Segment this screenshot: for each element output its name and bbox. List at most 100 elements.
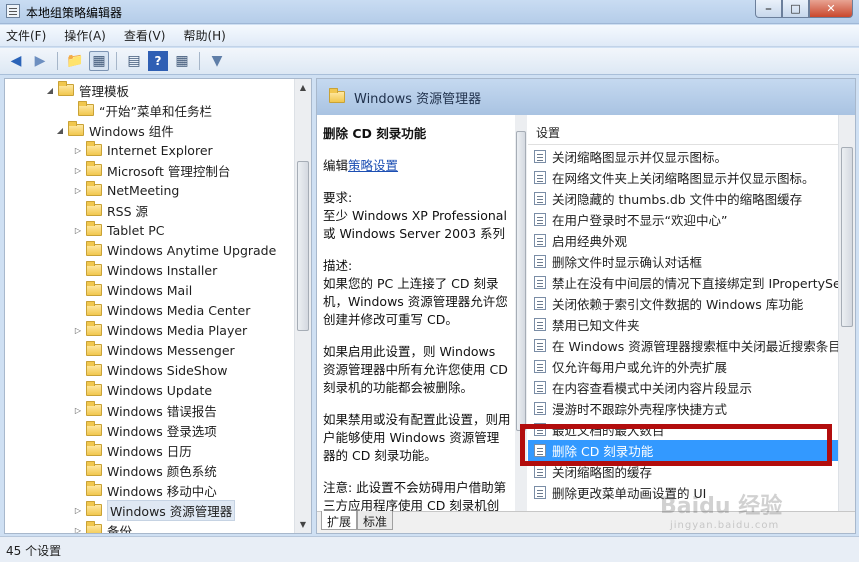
folder-icon: [86, 381, 102, 396]
expand-icon[interactable]: ▷: [73, 186, 83, 195]
folder-icon: [86, 281, 102, 296]
tree-item-messenger[interactable]: Windows Messenger: [73, 340, 235, 360]
folder-icon: [86, 361, 102, 376]
settings-list-item[interactable]: 关闭隐藏的 thumbs.db 文件中的缩略图缓存: [528, 188, 838, 209]
settings-list-item[interactable]: 漫游时不跟踪外壳程序快捷方式: [528, 398, 838, 419]
settings-list-item[interactable]: 删除文件时显示确认对话框: [528, 251, 838, 272]
edit-policy-link[interactable]: 策略设置: [348, 158, 398, 173]
settings-list-item-label: 在内容查看模式中关闭内容片段显示: [552, 381, 753, 396]
folder-icon: [86, 181, 102, 196]
scroll-down-icon[interactable]: ▼: [295, 516, 311, 533]
scroll-thumb[interactable]: [516, 131, 526, 431]
forward-arrow-icon[interactable]: ▶: [30, 51, 50, 71]
list-scrollbar[interactable]: [838, 115, 855, 511]
policy-setting-icon: [534, 276, 546, 289]
expand-icon[interactable]: ▷: [73, 226, 83, 235]
settings-list-item[interactable]: 在网络文件夹上关闭缩略图显示并仅显示图标。: [528, 167, 838, 188]
folder-icon: [86, 221, 102, 236]
collapse-icon[interactable]: ◢: [55, 126, 65, 135]
tree-item-sideshow[interactable]: Windows SideShow: [73, 360, 228, 380]
tree-item-internet-explorer[interactable]: ▷ Internet Explorer: [73, 140, 213, 160]
show-hide-tree-icon[interactable]: ▦: [89, 51, 109, 71]
status-text: 45 个设置: [6, 544, 62, 558]
tree-item-media-player[interactable]: ▷ Windows Media Player: [73, 320, 247, 340]
expand-icon[interactable]: ▷: [73, 406, 83, 415]
settings-list-item[interactable]: 禁止在没有中间层的情况下直接绑定到 IPropertySet: [528, 272, 846, 293]
settings-list-item[interactable]: 仅允许每用户或允许的外壳扩展: [528, 356, 838, 377]
description-panel: 删除 CD 刻录功能 编辑策略设置 要求: 至少 Windows XP Profe…: [317, 115, 517, 511]
settings-list-item[interactable]: 关闭缩略图显示并仅显示图标。: [528, 146, 838, 167]
expand-icon[interactable]: ▷: [73, 146, 83, 155]
policy-setting-icon: [534, 318, 546, 331]
disabled-note: 如果禁用或没有配置此设置，则用户能够使用 Windows 资源管理器的 CD 刻…: [323, 412, 511, 463]
app-icon: [6, 4, 20, 18]
column-header-settings[interactable]: 设置: [528, 115, 838, 145]
tab-extended[interactable]: 扩展: [321, 511, 358, 530]
tree-item-explorer[interactable]: ▷ Windows 资源管理器: [73, 499, 236, 521]
menu-file[interactable]: 文件(F): [6, 27, 46, 44]
settings-list-item-label: 关闭隐藏的 thumbs.db 文件中的缩略图缓存: [552, 192, 803, 207]
settings-list-item[interactable]: 在用户登录时不显示“欢迎中心”: [528, 209, 838, 230]
filter-icon[interactable]: ▼: [207, 51, 227, 71]
close-button[interactable]: ✕: [809, 0, 853, 18]
menu-action[interactable]: 操作(A): [64, 27, 106, 44]
scroll-thumb[interactable]: [297, 161, 309, 331]
expand-icon[interactable]: ▷: [73, 326, 83, 335]
settings-list-item[interactable]: 在 Windows 资源管理器搜索框中关闭最近搜索条目的: [528, 335, 853, 356]
folder-icon: [86, 241, 102, 256]
tree-item-label: Windows Media Player: [107, 322, 248, 338]
tree-scrollbar[interactable]: ▲ ▼: [294, 79, 311, 533]
menu-view[interactable]: 查看(V): [124, 27, 166, 44]
folder-icon: [86, 301, 102, 316]
expand-icon[interactable]: ▷: [73, 506, 83, 515]
tree-item-media-center[interactable]: Windows Media Center: [73, 300, 250, 320]
expand-icon[interactable]: ▷: [73, 526, 83, 534]
tree-item-rss[interactable]: RSS 源: [73, 200, 148, 220]
tree-item-label: Windows 组件: [89, 123, 174, 139]
policy-setting-icon: [534, 465, 546, 478]
scroll-up-icon[interactable]: ▲: [295, 79, 311, 96]
tree-item-tablet-pc[interactable]: ▷ Tablet PC: [73, 220, 164, 240]
policy-setting-icon: [534, 402, 546, 415]
menu-help[interactable]: 帮助(H): [183, 27, 225, 44]
tree-item-windows-components[interactable]: ◢ Windows 组件: [55, 120, 174, 140]
tree-item-netmeeting[interactable]: ▷ NetMeeting: [73, 180, 179, 200]
settings-list-item[interactable]: 在内容查看模式中关闭内容片段显示: [528, 377, 838, 398]
settings-list-item[interactable]: 禁用已知文件夹: [528, 314, 838, 335]
tree-item-admin-templates[interactable]: ◢ 管理模板: [45, 80, 129, 100]
requirements-label: 要求:: [323, 190, 353, 205]
back-arrow-icon[interactable]: ◀: [6, 51, 26, 71]
tree-item-backup[interactable]: ▷ 备份: [73, 520, 132, 534]
help-icon[interactable]: ?: [148, 51, 168, 71]
settings-list-item-label: 启用经典外观: [552, 234, 628, 249]
tree-item-anytime-upgrade[interactable]: Windows Anytime Upgrade: [73, 240, 276, 260]
tree-item-installer[interactable]: Windows Installer: [73, 260, 217, 280]
view-icon[interactable]: ▦: [172, 51, 192, 71]
policy-setting-icon: [534, 255, 546, 268]
tree-item-mobility-center[interactable]: Windows 移动中心: [73, 480, 217, 500]
tree-item-calendar[interactable]: Windows 日历: [73, 440, 192, 460]
up-folder-icon[interactable]: 📁: [65, 51, 85, 71]
tree-item-logon-options[interactable]: Windows 登录选项: [73, 420, 217, 440]
folder-icon: [86, 321, 102, 336]
tree-item-mail[interactable]: Windows Mail: [73, 280, 192, 300]
collapse-icon[interactable]: ◢: [45, 86, 55, 95]
tab-standard[interactable]: 标准: [357, 511, 394, 530]
tree-item-start-menu[interactable]: “开始”菜单和任务栏: [65, 100, 212, 120]
minimize-button[interactable]: ⎯: [755, 0, 782, 18]
policy-setting-icon: [534, 339, 546, 352]
tree-item-color-system[interactable]: Windows 颜色系统: [73, 460, 217, 480]
expand-icon[interactable]: ▷: [73, 166, 83, 175]
tree-item-error-reporting[interactable]: ▷ Windows 错误报告: [73, 400, 217, 420]
tree-item-mmc[interactable]: ▷ Microsoft 管理控制台: [73, 160, 230, 180]
properties-icon[interactable]: ▤: [124, 51, 144, 71]
scroll-thumb[interactable]: [841, 147, 853, 327]
settings-list-item[interactable]: 启用经典外观: [528, 230, 838, 251]
tree-item-label: Windows 颜色系统: [107, 463, 217, 479]
title-bar: 本地组策略编辑器 ⎯ □ ✕: [0, 0, 859, 24]
policy-setting-icon: [534, 486, 546, 499]
requirements-text: 至少 Windows XP Professional 或 Windows Ser…: [323, 208, 507, 241]
tree-item-update[interactable]: Windows Update: [73, 380, 212, 400]
maximize-button[interactable]: □: [782, 0, 809, 18]
settings-list-item[interactable]: 关闭依赖于索引文件数据的 Windows 库功能: [528, 293, 838, 314]
